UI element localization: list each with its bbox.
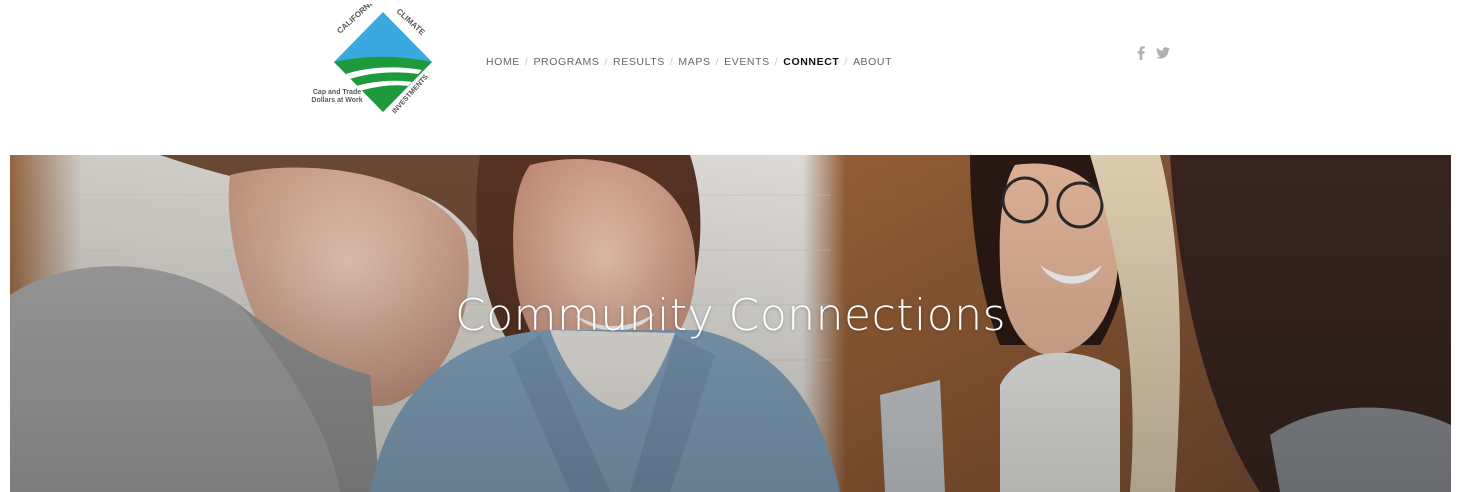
nav-separator: / bbox=[524, 56, 529, 68]
nav-separator: / bbox=[774, 56, 779, 68]
tagline-line1: Cap and Trade bbox=[312, 89, 362, 96]
social-links bbox=[1134, 46, 1170, 60]
nav-item-about[interactable]: ABOUT bbox=[853, 56, 892, 68]
hero-banner: Community Connections bbox=[10, 155, 1451, 492]
nav-item-connect[interactable]: CONNECT bbox=[783, 56, 839, 68]
facebook-icon[interactable] bbox=[1134, 46, 1148, 60]
twitter-icon[interactable] bbox=[1156, 46, 1170, 60]
site-header: CALIFORNIA CLIMATE INVESTMENTS Cap and T… bbox=[0, 0, 1465, 150]
nav-separator: / bbox=[604, 56, 609, 68]
nav-separator: / bbox=[844, 56, 848, 68]
nav-item-programs[interactable]: PROGRAMS bbox=[533, 56, 599, 68]
tagline-line2: Dollars at Work bbox=[311, 97, 363, 104]
nav-item-events[interactable]: EVENTS bbox=[724, 56, 770, 68]
nav-item-maps[interactable]: MAPS bbox=[678, 56, 710, 68]
site-logo[interactable]: CALIFORNIA CLIMATE INVESTMENTS Cap and T… bbox=[300, 4, 450, 122]
hero-title: Community Connections bbox=[454, 290, 1007, 341]
page: CALIFORNIA CLIMATE INVESTMENTS Cap and T… bbox=[0, 0, 1465, 492]
nav-item-results[interactable]: RESULTS bbox=[613, 56, 665, 68]
nav-separator: / bbox=[715, 56, 720, 68]
logo-tagline: Cap and Trade Dollars at Work bbox=[302, 89, 372, 105]
main-nav: HOME / PROGRAMS / RESULTS / MAPS / EVENT… bbox=[486, 56, 892, 68]
nav-item-home[interactable]: HOME bbox=[486, 56, 520, 68]
nav-separator: / bbox=[669, 56, 674, 68]
